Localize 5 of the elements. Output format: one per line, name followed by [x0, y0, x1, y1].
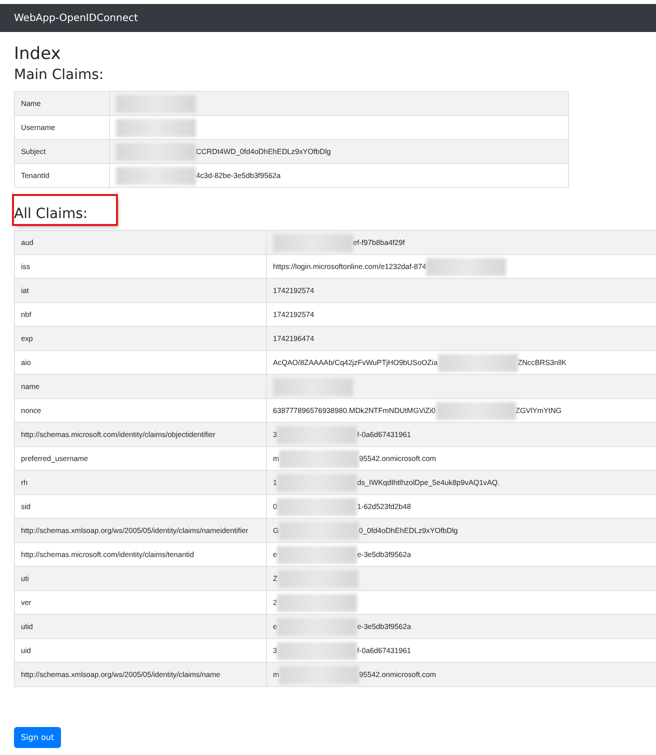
- brand-link[interactable]: WebApp-OpenIDConnect: [14, 12, 138, 24]
- page-title: Index: [14, 44, 62, 64]
- section-heading: All Claims:: [14, 196, 116, 224]
- sign-out-button[interactable]: Sign out: [14, 727, 62, 748]
- section-heading: Main Claims:: [14, 66, 105, 85]
